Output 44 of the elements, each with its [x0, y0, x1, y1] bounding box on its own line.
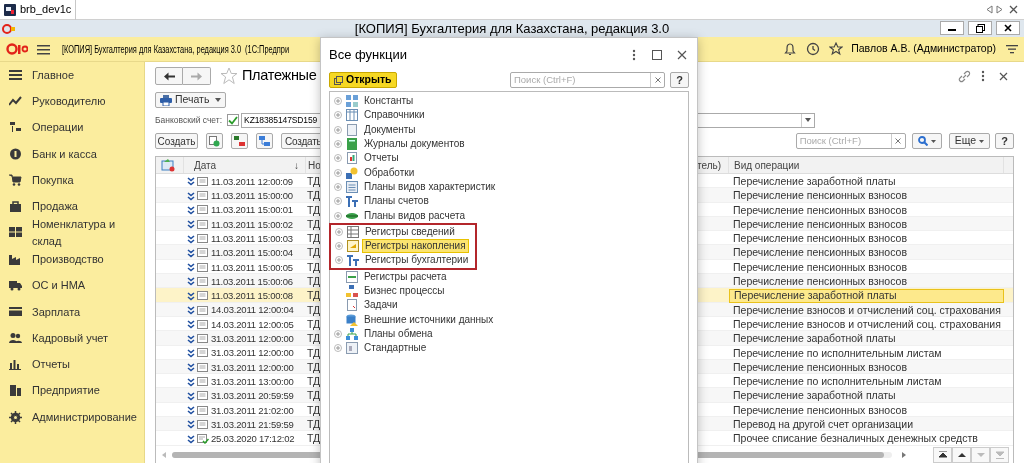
table-cell: 31.03.2011 21:02:00 [211, 403, 294, 418]
table-cell-text: ТД [307, 202, 321, 218]
table-cell: 11.03.2011 15:00:01 [211, 203, 293, 218]
table-cell: ТД [307, 274, 321, 290]
table-cell: 25.03.2020 17:12:02 [211, 432, 295, 447]
table-cell: 11.03.2011 12:00:09 [211, 174, 293, 189]
table-cell-text: ТД [307, 174, 321, 189]
table-cell-text: ТД [307, 245, 321, 261]
table-cell-text: 31.03.2011 13:00:00 [211, 374, 294, 389]
table-cell-text: ТД [307, 431, 321, 447]
table-cell-text: ТД [307, 345, 321, 361]
table-cell: ТД [307, 417, 321, 433]
table-cell: 31.03.2011 12:00:00 [211, 360, 294, 375]
table-cell-text: 31.03.2011 21:59:59 [211, 417, 294, 432]
table-cell: 11.03.2011 15:00:04 [211, 246, 293, 261]
table-cell: 11.03.2011 15:00:08 [211, 289, 293, 304]
table-cell: 11.03.2011 15:00:00 [211, 189, 293, 204]
sort-indicator: ↓ [294, 158, 299, 173]
table-cell-text: ТД [307, 188, 321, 204]
field-label: Банковский счет: [155, 113, 223, 127]
table-cell: 11.03.2011 15:00:02 [211, 217, 293, 232]
table-cell: 11.03.2011 15:00:05 [211, 260, 293, 275]
table-cell: ТД [307, 374, 321, 390]
table-cell-text: ТД [307, 316, 321, 332]
table-cell-text: ТД [307, 388, 321, 404]
table-cell: 14.03.2011 12:00:05 [211, 317, 294, 332]
window-title: [КОПИЯ] Бухгалтерия для Казахстана, редакция 3.0 [354, 19, 670, 38]
table-cell: 31.03.2011 20:59:59 [211, 389, 294, 404]
app-title: [КОПИЯ] Бухгалтерия для Казахстана, редакция 3.0 (1С:Предпри [62, 42, 290, 57]
form-title: Платежные [242, 66, 317, 86]
table-cell-text: ТД [307, 359, 321, 375]
table-cell-text: 11.03.2011 15:00:06 [211, 274, 293, 289]
table-cell-text: ТД [307, 302, 321, 318]
table-cell: 31.03.2011 12:00:00 [211, 346, 294, 361]
table-cell: ТД [307, 331, 321, 347]
dialog-title: Все функции [329, 45, 407, 64]
table-cell-text: ТД [307, 216, 321, 232]
table-cell: 14.03.2011 12:00:04 [211, 303, 294, 318]
table-cell-text: 11.03.2011 15:00:03 [211, 231, 293, 246]
table-cell-text: 31.03.2011 12:00:00 [211, 332, 294, 346]
table-cell: ТД [307, 231, 321, 247]
table-cell-text: ТД [307, 288, 321, 304]
table-cell-text: ТД [307, 259, 321, 275]
table-cell-text: ТД [307, 402, 321, 418]
